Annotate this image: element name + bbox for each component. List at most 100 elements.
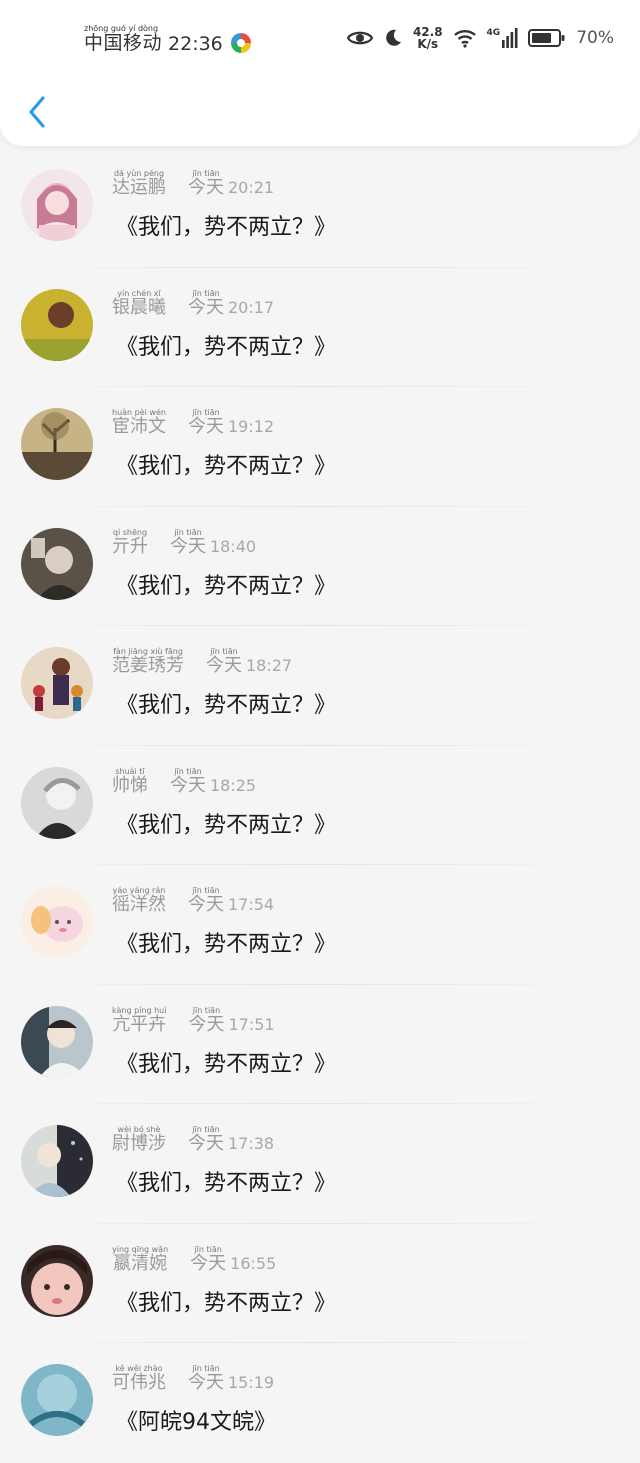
signal-bars-icon bbox=[502, 28, 518, 48]
message-text: 《我们，势不两立？》 bbox=[116, 445, 336, 479]
message-text: 《我们，势不两立？》 bbox=[116, 923, 336, 957]
sender-name-text: 范姜琇芳 bbox=[112, 655, 184, 676]
avatar[interactable] bbox=[21, 1125, 93, 1197]
avatar[interactable] bbox=[21, 408, 93, 480]
network-speed-unit: K/s bbox=[417, 37, 439, 51]
avatar[interactable] bbox=[21, 1364, 93, 1436]
app-notification-icon bbox=[230, 33, 251, 53]
message-meta: qí shēng 亓升 jīn tiān 今天 18:40 bbox=[112, 528, 257, 557]
date-word: jīn tiān 今天 bbox=[188, 408, 224, 437]
message-body: 《我们，势不两立？》 bbox=[116, 812, 337, 838]
date-word-text: 今天 bbox=[188, 1013, 225, 1035]
avatar[interactable] bbox=[21, 169, 93, 241]
sender-name-text: 达运鹏 bbox=[112, 177, 166, 198]
avatar[interactable] bbox=[21, 1244, 93, 1317]
status-bar: zhōng guó yí dòng 中国移动 22:36 42.8 K/s 4G… bbox=[0, 0, 640, 80]
message-time: 17:54 bbox=[228, 895, 275, 914]
sender-name: yíng qīng wǎn 嬴清婉 bbox=[112, 1245, 168, 1274]
list-item[interactable]: dá yùn péng 达运鹏 jīn tiān 今天 20:21 《我们，势不… bbox=[0, 148, 640, 268]
list-item[interactable]: yáo yáng rán 徭洋然 jīn tiān 今天 17:54 《我们，势… bbox=[0, 865, 640, 985]
avatar[interactable] bbox=[21, 647, 93, 719]
message-meta: shuài tī 帅悌 jīn tiān 今天 18:25 bbox=[112, 767, 257, 796]
message-meta: dá yùn péng 达运鹏 jīn tiān 今天 20:21 bbox=[112, 169, 274, 198]
message-meta: fàn jiāng xiù fāng 范姜琇芳 jīn tiān 今天 18:2… bbox=[112, 647, 292, 676]
list-item[interactable]: wèi bó shè 尉博涉 jīn tiān 今天 17:38 《我们，势不两… bbox=[0, 1104, 640, 1224]
avatar[interactable] bbox=[21, 1005, 93, 1078]
message-meta: huàn pèi wén 宦沛文 jīn tiān 今天 19:12 bbox=[112, 408, 274, 437]
date-word-text: 今天 bbox=[188, 416, 224, 437]
sender-name-text: 嬴清婉 bbox=[113, 1252, 168, 1274]
avatar[interactable] bbox=[21, 886, 93, 958]
message-list: dá yùn péng 达运鹏 jīn tiān 今天 20:21 《我们，势不… bbox=[0, 148, 640, 1463]
message-time: 15:19 bbox=[228, 1373, 275, 1392]
message-body: 《我们，势不两立？》 bbox=[116, 1290, 337, 1316]
cellular-signal: 4G bbox=[487, 28, 519, 48]
battery-icon bbox=[528, 29, 565, 47]
list-item[interactable]: yín chén xī 银晨曦 jīn tiān 今天 20:17 《我们，势不… bbox=[0, 268, 640, 387]
sender-name: kàng píng huì 亢平卉 bbox=[112, 1006, 166, 1035]
sender-name-text: 亓升 bbox=[112, 535, 148, 557]
message-body: 《我们，势不两立？》 bbox=[116, 1171, 337, 1196]
date-word-text: 今天 bbox=[190, 1252, 227, 1274]
top-header: zhōng guó yí dòng 中国移动 22:36 42.8 K/s 4G… bbox=[0, 0, 640, 146]
sender-name: fàn jiāng xiù fāng 范姜琇芳 bbox=[112, 647, 184, 676]
date-word-text: 今天 bbox=[188, 1372, 224, 1393]
date-word: jīn tiān 今天 bbox=[188, 1006, 224, 1035]
status-icons: 42.8 K/s 4G 70% bbox=[346, 26, 614, 50]
message-body: 《我们，势不两立？》 bbox=[116, 932, 337, 957]
list-item[interactable]: kàng píng huì 亢平卉 jīn tiān 今天 17:51 《我们，… bbox=[0, 985, 640, 1104]
sender-name: huàn pèi wén 宦沛文 bbox=[112, 408, 166, 437]
sender-name-text: 帅悌 bbox=[112, 774, 148, 796]
message-text: 《我们，势不两立？》 bbox=[116, 1282, 336, 1316]
eye-icon bbox=[346, 31, 373, 45]
clock-time: 22:36 bbox=[168, 33, 223, 55]
date-word: jīn tiān 今天 bbox=[190, 1245, 226, 1274]
message-time: 18:25 bbox=[210, 775, 257, 795]
sender-name: dá yùn péng 达运鹏 bbox=[112, 169, 166, 198]
carrier-label: zhōng guó yí dòng 中国移动 22:36 bbox=[84, 24, 251, 55]
sender-name-text: 宦沛文 bbox=[112, 416, 166, 437]
sender-name-text: 可伟兆 bbox=[112, 1372, 166, 1393]
message-text: 《我们，势不两立？》 bbox=[116, 206, 336, 240]
message-time: 16:55 bbox=[230, 1253, 277, 1273]
list-item[interactable]: qí shēng 亓升 jīn tiān 今天 18:40 《我们，势不两立？》 bbox=[0, 507, 640, 626]
date-word: jīn tiān 今天 bbox=[170, 528, 206, 557]
date-word: jīn tiān 今天 bbox=[188, 169, 224, 198]
message-time: 17:51 bbox=[228, 1014, 275, 1034]
message-body: 《我们，势不两立？》 bbox=[116, 573, 337, 599]
list-item[interactable]: fàn jiāng xiù fāng 范姜琇芳 jīn tiān 今天 18:2… bbox=[0, 626, 640, 746]
date-word-text: 今天 bbox=[188, 296, 224, 318]
message-text: 《阿皖94文皖》 bbox=[116, 1401, 276, 1435]
avatar[interactable] bbox=[21, 527, 93, 600]
date-word: jīn tiān 今天 bbox=[170, 767, 206, 796]
list-item[interactable]: shuài tī 帅悌 jīn tiān 今天 18:25 《我们，势不两立？》 bbox=[0, 746, 640, 865]
message-text: 《我们，势不两立？》 bbox=[116, 804, 336, 838]
list-item[interactable]: huàn pèi wén 宦沛文 jīn tiān 今天 19:12 《我们，势… bbox=[0, 387, 640, 507]
chevron-left-icon bbox=[29, 96, 45, 128]
avatar[interactable] bbox=[21, 288, 93, 361]
date-word: jīn tiān 今天 bbox=[206, 647, 242, 676]
battery-percentage: 70% bbox=[576, 28, 614, 48]
sender-name: qí shēng 亓升 bbox=[112, 528, 148, 557]
message-body: 《我们，势不两立？》 bbox=[116, 1051, 337, 1077]
sender-name-text: 徭洋然 bbox=[112, 894, 166, 915]
message-text: 《我们，势不两立？》 bbox=[116, 326, 336, 360]
sender-name: yín chén xī 银晨曦 bbox=[112, 289, 166, 318]
date-word-text: 今天 bbox=[170, 535, 206, 557]
message-time: 18:40 bbox=[210, 536, 257, 556]
date-word: jīn tiān 今天 bbox=[188, 886, 224, 915]
list-item[interactable]: yíng qīng wǎn 嬴清婉 jīn tiān 今天 16:55 《我们，… bbox=[0, 1224, 640, 1343]
list-item[interactable]: kě wěi zhào 可伟兆 jīn tiān 今天 15:19 《阿皖94文… bbox=[0, 1343, 640, 1463]
message-meta: wèi bó shè 尉博涉 jīn tiān 今天 17:38 bbox=[112, 1125, 275, 1154]
back-button[interactable] bbox=[20, 92, 54, 132]
message-meta: kàng píng huì 亢平卉 jīn tiān 今天 17:51 bbox=[112, 1006, 275, 1035]
message-time: 17:38 bbox=[228, 1134, 275, 1153]
message-body: 《我们，势不两立？》 bbox=[116, 454, 337, 479]
message-meta: yáo yáng rán 徭洋然 jīn tiān 今天 17:54 bbox=[112, 886, 275, 915]
network-type: 4G bbox=[486, 28, 501, 38]
sender-name-text: 尉博涉 bbox=[112, 1133, 166, 1154]
avatar[interactable] bbox=[21, 766, 93, 839]
message-text: 《我们，势不两立？》 bbox=[116, 565, 336, 599]
message-text: 《我们，势不两立？》 bbox=[116, 684, 336, 718]
network-speed: 42.8 K/s bbox=[413, 26, 443, 50]
